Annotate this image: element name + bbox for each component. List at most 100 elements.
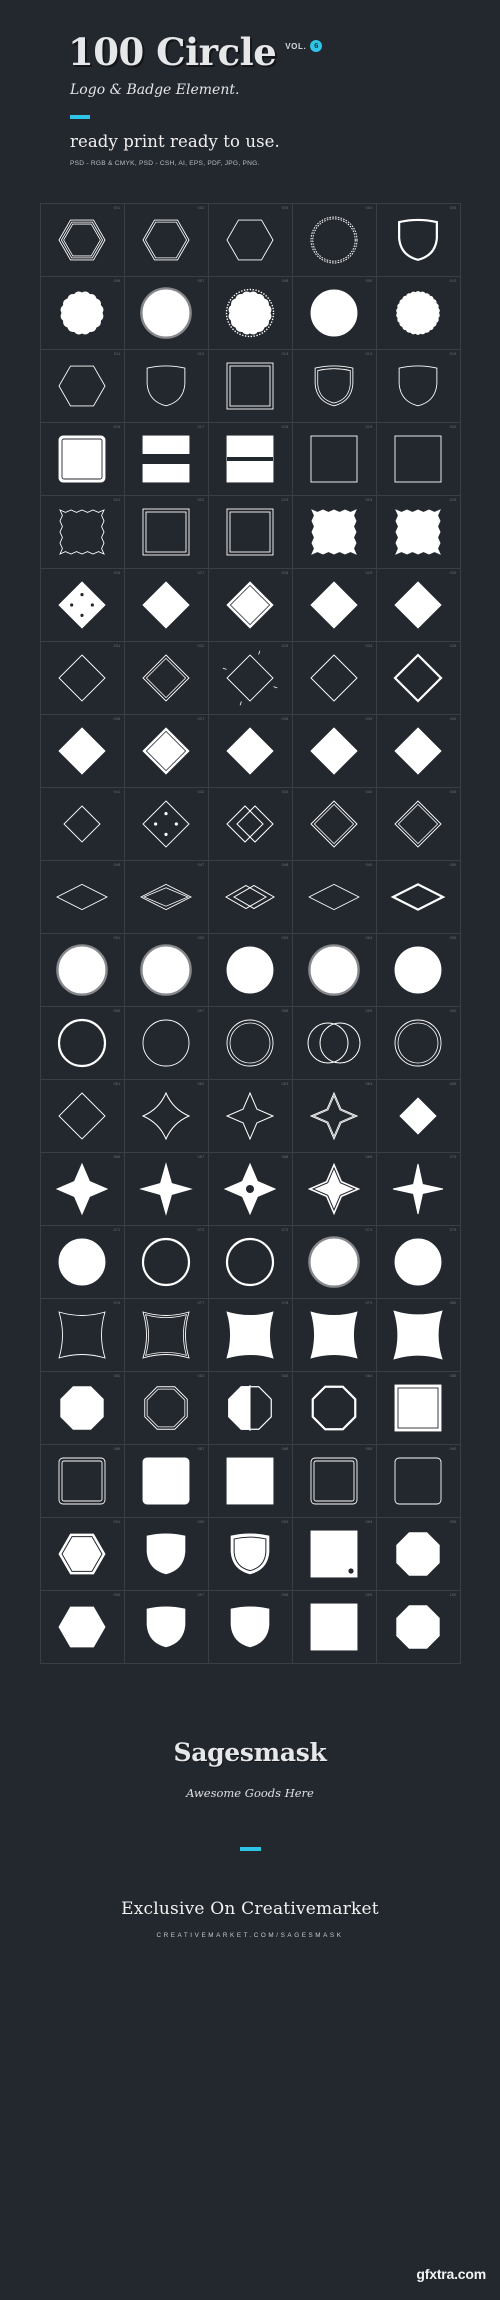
badge-cell[interactable]: 069	[292, 1153, 377, 1226]
badge-cell[interactable]: 020	[376, 423, 461, 496]
badge-cell[interactable]: 071	[40, 1226, 125, 1299]
badge-cell[interactable]: 022	[124, 496, 209, 569]
badge-cell[interactable]: 052	[124, 934, 209, 1007]
badge-cell[interactable]: 034	[292, 642, 377, 715]
badge-cell[interactable]: 082	[124, 1372, 209, 1445]
badge-cell[interactable]: 053	[208, 934, 293, 1007]
badge-cell[interactable]: 049	[292, 861, 377, 934]
badge-cell[interactable]: 077	[124, 1299, 209, 1372]
badge-cell[interactable]: 014	[292, 350, 377, 423]
badge-cell[interactable]: 054	[292, 934, 377, 1007]
badge-cell[interactable]: 096	[40, 1591, 125, 1664]
badge-cell[interactable]: 004	[292, 204, 377, 277]
badge-cell[interactable]: 007	[124, 277, 209, 350]
badge-cell[interactable]: 100	[376, 1591, 461, 1664]
badge-cell[interactable]: 056	[40, 1007, 125, 1080]
badge-cell[interactable]: 047	[124, 861, 209, 934]
badge-cell[interactable]: 045	[376, 788, 461, 861]
badge-cell[interactable]: 028	[208, 569, 293, 642]
badge-cell[interactable]: 059	[292, 1007, 377, 1080]
badge-cell[interactable]: 065	[376, 1080, 461, 1153]
badge-cell[interactable]: 044	[292, 788, 377, 861]
badge-cell[interactable]: 021	[40, 496, 125, 569]
badge-cell[interactable]: 097	[124, 1591, 209, 1664]
badge-cell[interactable]: 090	[376, 1445, 461, 1518]
badge-cell[interactable]: 063	[208, 1080, 293, 1153]
badge-cell[interactable]: 006	[40, 277, 125, 350]
badge-cell[interactable]: 083	[208, 1372, 293, 1445]
badge-cell[interactable]: 019	[292, 423, 377, 496]
badge-cell[interactable]: 033	[208, 642, 293, 715]
badge-cell[interactable]: 025	[376, 496, 461, 569]
badge-cell[interactable]: 018	[208, 423, 293, 496]
badge-cell[interactable]: 012	[124, 350, 209, 423]
badge-cell[interactable]: 027	[124, 569, 209, 642]
badge-cell[interactable]: 040	[376, 715, 461, 788]
badge-cell[interactable]: 092	[124, 1518, 209, 1591]
badge-cell[interactable]: 074	[292, 1226, 377, 1299]
badge-cell[interactable]: 046	[40, 861, 125, 934]
badge-cell[interactable]: 058	[208, 1007, 293, 1080]
badge-cell[interactable]: 078	[208, 1299, 293, 1372]
badge-cell[interactable]: 013	[208, 350, 293, 423]
badge-cell[interactable]: 032	[124, 642, 209, 715]
badge-cell[interactable]: 080	[376, 1299, 461, 1372]
badge-cell[interactable]: 002	[124, 204, 209, 277]
badge-cell[interactable]: 070	[376, 1153, 461, 1226]
badge-cell[interactable]: 094	[292, 1518, 377, 1591]
badge-cell[interactable]: 089	[292, 1445, 377, 1518]
badge-cell[interactable]: 075	[376, 1226, 461, 1299]
badge-cell[interactable]: 038	[208, 715, 293, 788]
badge-cell[interactable]: 066	[40, 1153, 125, 1226]
badge-cell[interactable]: 064	[292, 1080, 377, 1153]
badge-cell[interactable]: 062	[124, 1080, 209, 1153]
badge-cell[interactable]: 015	[376, 350, 461, 423]
badge-cell[interactable]: 011	[40, 350, 125, 423]
badge-cell[interactable]: 057	[124, 1007, 209, 1080]
badge-cell[interactable]: 098	[208, 1591, 293, 1664]
badge-cell[interactable]: 026	[40, 569, 125, 642]
badge-cell[interactable]: 048	[208, 861, 293, 934]
badge-cell[interactable]: 086	[40, 1445, 125, 1518]
badge-cell[interactable]: 031	[40, 642, 125, 715]
badge-cell[interactable]: 001	[40, 204, 125, 277]
badge-cell[interactable]: 091	[40, 1518, 125, 1591]
badge-cell[interactable]: 023	[208, 496, 293, 569]
badge-cell[interactable]: 036	[40, 715, 125, 788]
badge-cell[interactable]: 042	[124, 788, 209, 861]
badge-cell[interactable]: 085	[376, 1372, 461, 1445]
badge-cell[interactable]: 024	[292, 496, 377, 569]
badge-cell[interactable]: 084	[292, 1372, 377, 1445]
badge-cell[interactable]: 093	[208, 1518, 293, 1591]
badge-cell[interactable]: 017	[124, 423, 209, 496]
badge-cell[interactable]: 009	[292, 277, 377, 350]
badge-cell[interactable]: 041	[40, 788, 125, 861]
badge-cell[interactable]: 039	[292, 715, 377, 788]
badge-cell[interactable]: 079	[292, 1299, 377, 1372]
badge-cell[interactable]: 061	[40, 1080, 125, 1153]
badge-cell[interactable]: 087	[124, 1445, 209, 1518]
badge-cell[interactable]: 050	[376, 861, 461, 934]
badge-cell[interactable]: 030	[376, 569, 461, 642]
badge-cell[interactable]: 072	[124, 1226, 209, 1299]
badge-cell[interactable]: 095	[376, 1518, 461, 1591]
badge-cell[interactable]: 010	[376, 277, 461, 350]
badge-cell[interactable]: 055	[376, 934, 461, 1007]
badge-cell[interactable]: 099	[292, 1591, 377, 1664]
badge-cell[interactable]: 043	[208, 788, 293, 861]
badge-cell[interactable]: 016	[40, 423, 125, 496]
badge-cell[interactable]: 068	[208, 1153, 293, 1226]
badge-cell[interactable]: 060	[376, 1007, 461, 1080]
badge-cell[interactable]: 037	[124, 715, 209, 788]
badge-cell[interactable]: 076	[40, 1299, 125, 1372]
badge-cell[interactable]: 029	[292, 569, 377, 642]
badge-cell[interactable]: 081	[40, 1372, 125, 1445]
badge-cell[interactable]: 005	[376, 204, 461, 277]
badge-cell[interactable]: 003	[208, 204, 293, 277]
badge-cell[interactable]: 051	[40, 934, 125, 1007]
badge-cell[interactable]: 067	[124, 1153, 209, 1226]
badge-cell[interactable]: 073	[208, 1226, 293, 1299]
badge-cell[interactable]: 088	[208, 1445, 293, 1518]
badge-cell[interactable]: 035	[376, 642, 461, 715]
badge-cell[interactable]: 008	[208, 277, 293, 350]
